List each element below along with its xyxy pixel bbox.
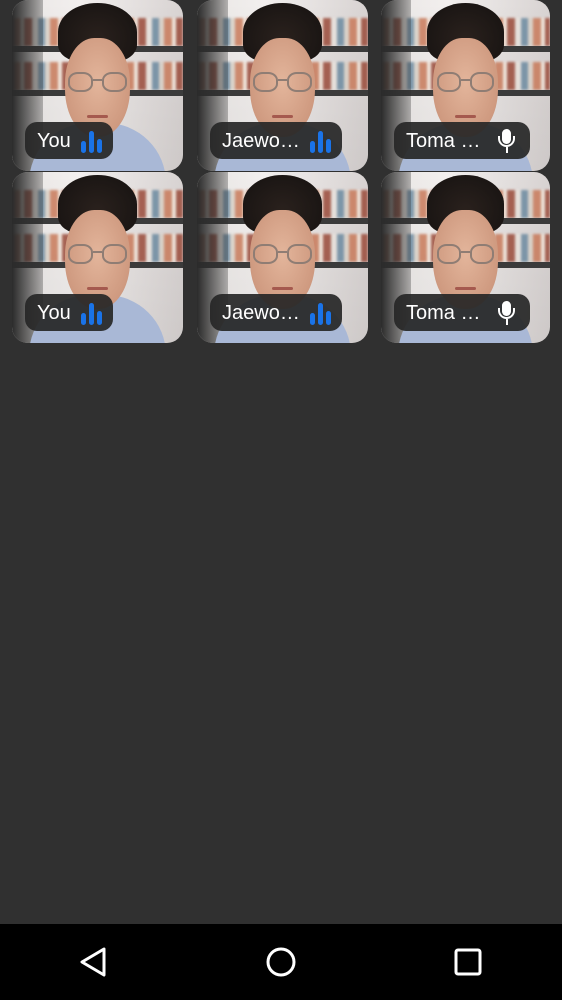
- participant-name-label: Toma …: [394, 122, 531, 159]
- participant-tile[interactable]: Toma …: [381, 172, 550, 343]
- home-circle-icon[interactable]: [263, 944, 299, 980]
- participant-name: You: [37, 302, 71, 323]
- participant-name-label: Jaewo…: [210, 122, 342, 159]
- participant-tile[interactable]: Jaewo…: [197, 172, 368, 343]
- participant-name: Jaewo…: [222, 302, 300, 323]
- recents-square-icon[interactable]: [450, 944, 486, 980]
- participant-tile[interactable]: You: [12, 0, 183, 171]
- participant-name: Toma …: [406, 130, 481, 151]
- participant-name: Toma …: [406, 302, 481, 323]
- participant-tile[interactable]: You: [12, 172, 183, 343]
- back-triangle-icon[interactable]: [76, 944, 112, 980]
- participant-name-label: You: [25, 122, 113, 159]
- participant-tile[interactable]: Toma …: [381, 0, 550, 171]
- participant-name-label: You: [25, 294, 113, 331]
- participant-name: You: [37, 130, 71, 151]
- microphone-icon: [494, 128, 518, 154]
- system-navigation-bar: [0, 924, 562, 1000]
- audio-level-icon: [308, 300, 332, 326]
- participant-tile[interactable]: Jaewo…: [197, 0, 368, 171]
- audio-level-icon: [79, 128, 103, 154]
- audio-level-icon: [308, 128, 332, 154]
- microphone-icon: [494, 300, 518, 326]
- participant-name-label: Jaewo…: [210, 294, 342, 331]
- participant-name: Jaewo…: [222, 130, 300, 151]
- participant-name-label: Toma …: [394, 294, 531, 331]
- screen: You Jaewo… Toma … You Jaewo… Toma …: [0, 0, 562, 1000]
- audio-level-icon: [79, 300, 103, 326]
